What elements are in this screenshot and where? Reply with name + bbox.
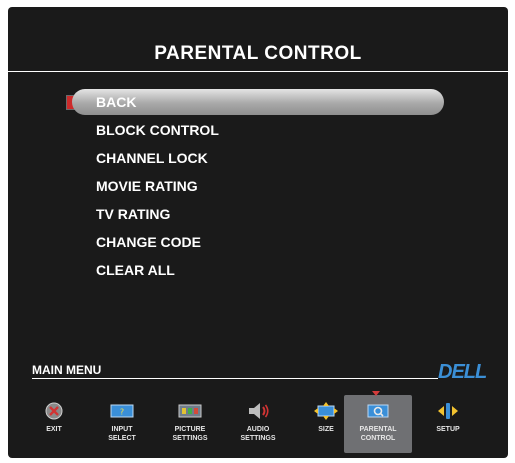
menu-item-block-control[interactable]: BLOCK CONTROL [96, 117, 219, 143]
main-menu-audio-settings-label: AUDIO SETTINGS [240, 426, 276, 442]
menu-item-tv-rating[interactable]: TV RATING [96, 201, 170, 227]
menu-item-change-code[interactable]: CHANGE CODE [96, 229, 201, 255]
main-menu-exit-label: EXIT [46, 426, 62, 433]
parental-control-icon [367, 404, 389, 418]
main-menu-audio-settings[interactable]: AUDIO SETTINGS [226, 395, 290, 453]
main-menu-input-select-label: INPUT SELECT [108, 426, 136, 442]
active-indicator-icon [372, 391, 380, 396]
audio-settings-icon [249, 403, 269, 419]
svg-text:?: ? [120, 408, 124, 417]
main-menu-label: MAIN MENU [32, 363, 102, 377]
main-menu-setup-label: SETUP [436, 426, 460, 433]
menu-item-back[interactable]: BACK [72, 89, 444, 115]
setup-icon [438, 403, 458, 419]
title-divider [8, 71, 508, 72]
input-select-icon: ? [110, 404, 134, 418]
dell-logo: DELL [438, 361, 487, 383]
main-menu-picture-settings[interactable]: PICTURE SETTINGS [158, 395, 222, 453]
osd-panel: PARENTAL CONTROL BACK BLOCK CONTROL CHAN… [8, 7, 508, 458]
menu-item-channel-lock[interactable]: CHANNEL LOCK [96, 145, 208, 171]
main-menu-setup[interactable]: SETUP [416, 395, 480, 453]
picture-settings-icon [178, 404, 202, 418]
main-menu-input-select[interactable]: ? INPUT SELECT [90, 395, 154, 453]
page-title: PARENTAL CONTROL [154, 43, 362, 64]
menu-item-clear-all[interactable]: CLEAR ALL [96, 257, 175, 283]
menu-item-movie-rating[interactable]: MOVIE RATING [96, 173, 198, 199]
main-menu-parental-control[interactable]: PARENTAL CONTROL [344, 391, 412, 453]
exit-icon [45, 402, 63, 420]
main-menu-divider [32, 378, 438, 379]
main-menu-picture-settings-label: PICTURE SETTINGS [172, 426, 208, 442]
main-menu-bar: EXIT ? INPUT SELECT PICTURE SETTINGS AUD… [22, 391, 494, 453]
main-menu-exit[interactable]: EXIT [22, 395, 86, 453]
main-menu-parental-control-label: PARENTAL CONTROL [359, 426, 397, 442]
size-icon [314, 402, 338, 420]
